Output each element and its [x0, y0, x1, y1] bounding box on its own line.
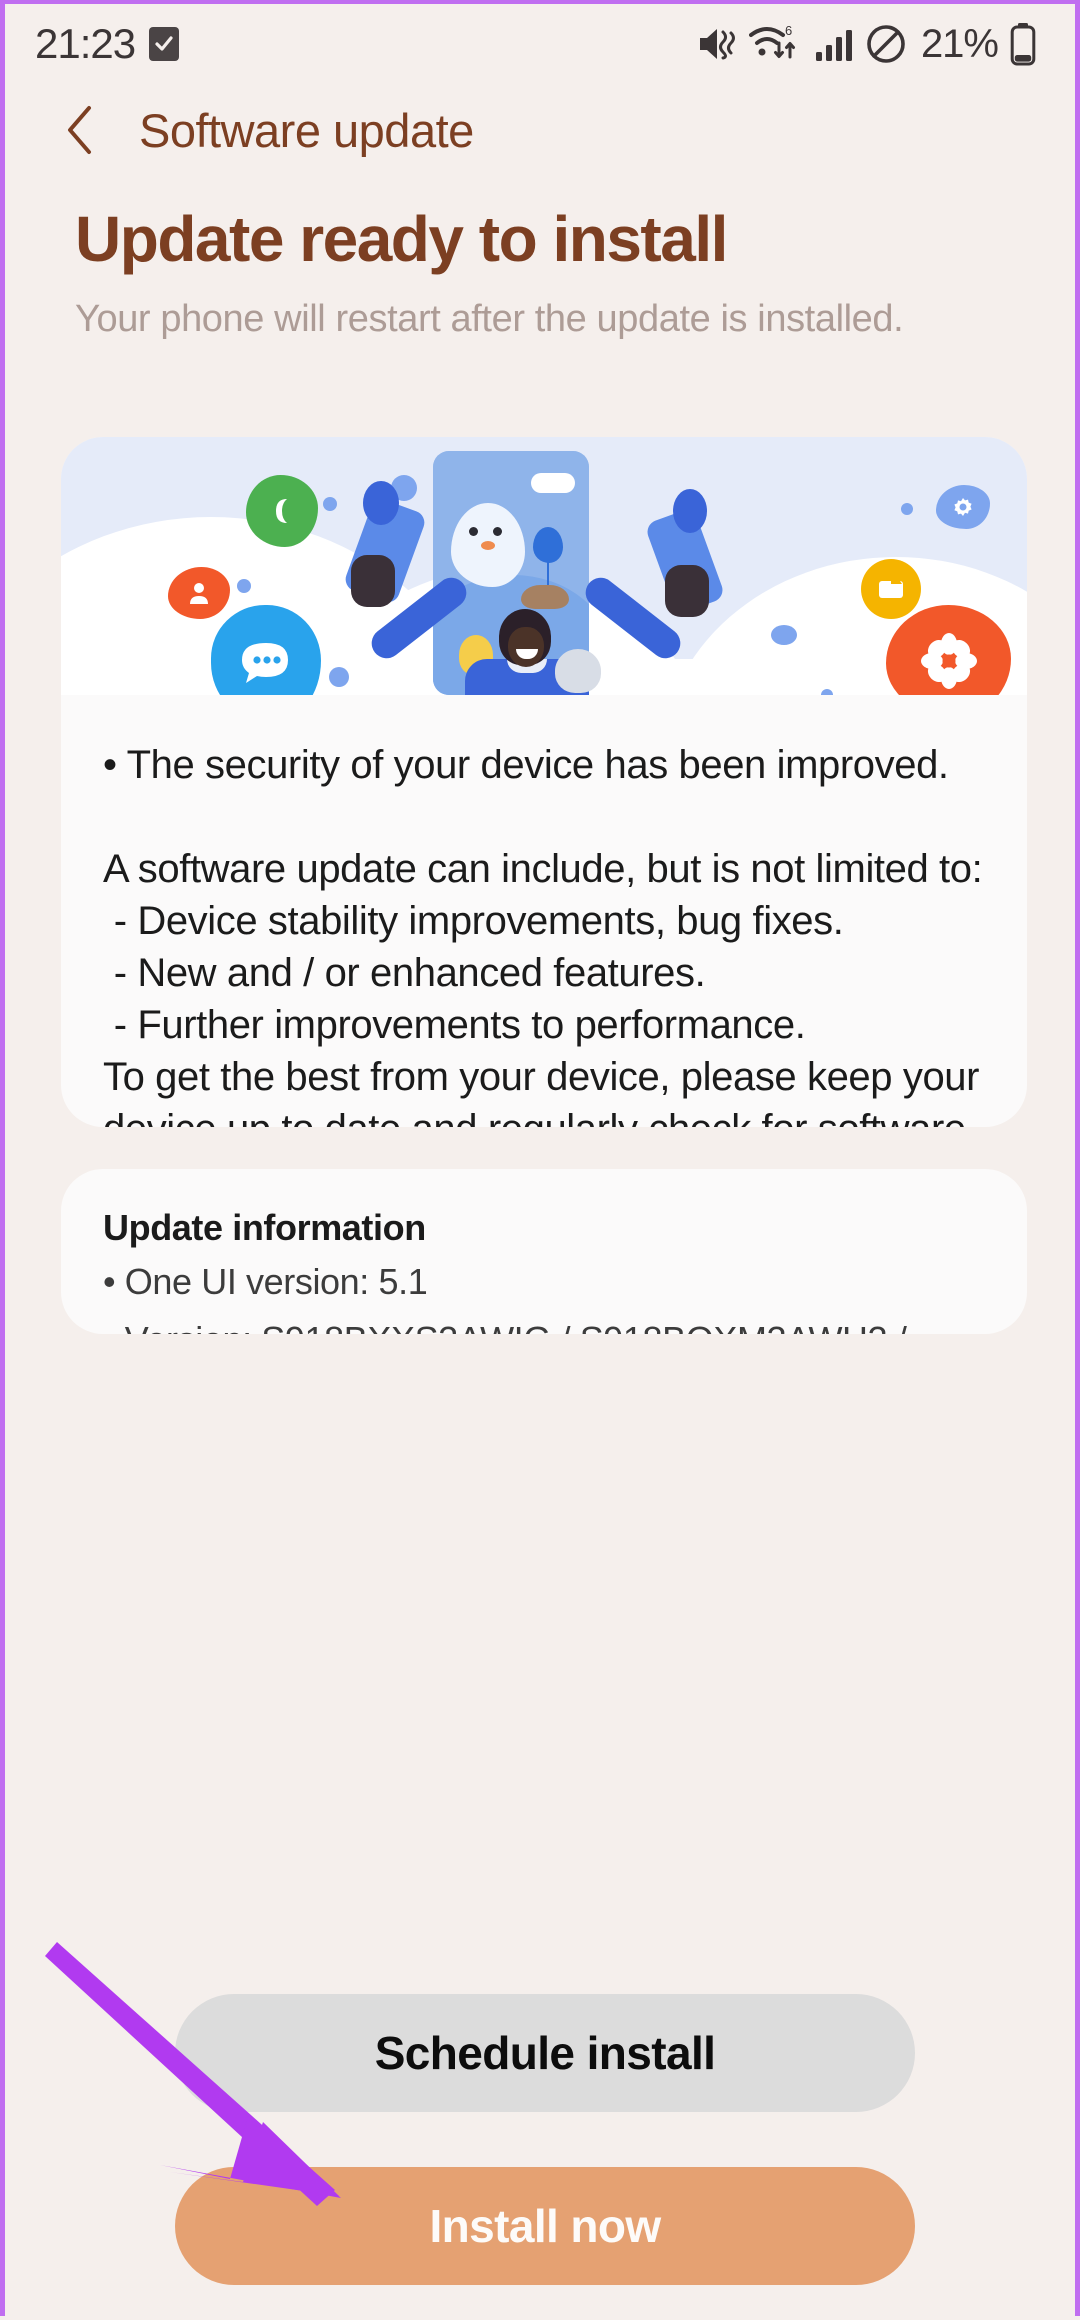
battery-percentage: 21%: [920, 21, 999, 66]
release-notes-body: • The security of your device has been i…: [61, 695, 1027, 1127]
cellular-signal-icon: [814, 25, 854, 63]
volume-mute-icon: [696, 24, 738, 64]
app-bar: Software update: [5, 84, 1075, 168]
do-not-disturb-icon: [865, 23, 907, 65]
battery-low-icon: [1009, 22, 1037, 66]
status-bar-clock: 21:23: [35, 20, 136, 67]
update-information-line: • One UI version: 5.1: [103, 1261, 428, 1302]
release-notes-card: • The security of your device has been i…: [61, 437, 1027, 1127]
phone-app-icon: [246, 475, 318, 547]
update-information-title: Update information: [103, 1207, 426, 1248]
app-bar-title: Software update: [139, 103, 474, 157]
wifi-6-icon: 6: [748, 23, 803, 65]
svg-text:6: 6: [785, 23, 792, 38]
update-information-line: • Version: S918BXXS3AWIG / S918BOXM3AWH3…: [103, 1315, 985, 1334]
settings-gear-icon: [936, 485, 990, 529]
page-subtitle: Your phone will restart after the update…: [75, 298, 904, 340]
status-bar-left: 21:23: [35, 20, 180, 68]
annotation-arrow: [45, 1942, 341, 2206]
schedule-install-button[interactable]: Schedule install: [175, 1994, 915, 2112]
chevron-left-icon: [68, 106, 91, 154]
checkbox-checked-icon: [149, 27, 180, 61]
status-bar-right: 6 21%: [696, 22, 1037, 67]
release-note-paragraph-2: A software update can include, but is no…: [103, 847, 983, 1127]
folder-app-icon: [861, 559, 921, 619]
page-title: Update ready to install: [75, 203, 728, 275]
status-bar: 21:23 6 21%: [5, 4, 1075, 84]
update-information-card: Update information • One UI version: 5.1…: [61, 1169, 1027, 1334]
install-now-button[interactable]: Install now: [175, 2167, 915, 2285]
back-button[interactable]: [53, 102, 109, 158]
software-update-illustration: [61, 437, 1027, 695]
release-note-paragraph-1: • The security of your device has been i…: [103, 743, 949, 787]
